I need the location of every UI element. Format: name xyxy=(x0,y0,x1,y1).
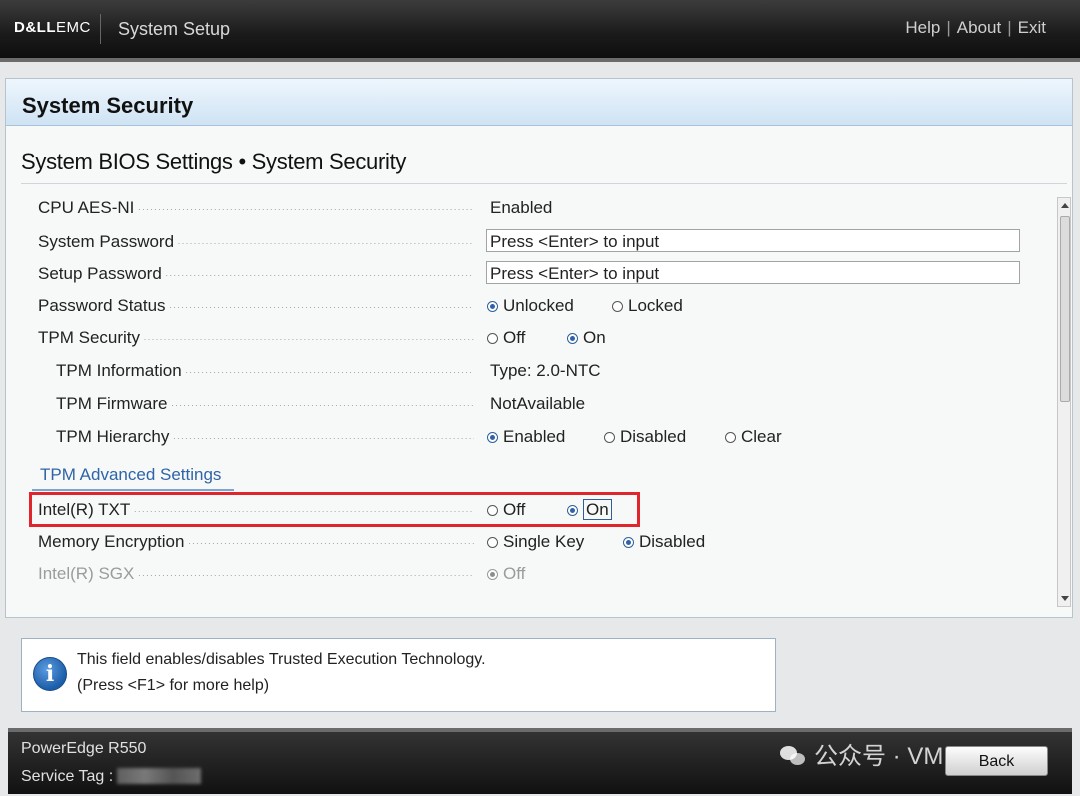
radio-selected-icon xyxy=(487,432,498,443)
setting-row-intel-sgx: Intel(R) SGX Off xyxy=(32,561,1042,587)
radio-unlocked[interactable]: Unlocked xyxy=(487,296,574,316)
help-hint: (Press <F1> for more help) xyxy=(77,677,270,694)
system-security-panel: System Security System BIOS Settings • S… xyxy=(5,78,1073,618)
setting-value: NotAvailable xyxy=(490,394,586,413)
help-message-box: i This field enables/disables Trusted Ex… xyxy=(21,638,776,712)
radio-disabled-icon xyxy=(487,569,498,580)
vertical-scrollbar[interactable] xyxy=(1057,197,1071,607)
header-links: Help | About | Exit xyxy=(905,18,1046,37)
radio-selected-icon xyxy=(623,537,634,548)
radio-tpm-off[interactable]: Off xyxy=(487,328,525,348)
setting-label: TPM Hierarchy xyxy=(56,427,474,447)
radio-mem-disabled[interactable]: Disabled xyxy=(623,532,705,552)
setting-label: Memory Encryption xyxy=(38,532,474,552)
setting-row-tpm-firmware: TPM Firmware NotAvailable xyxy=(32,391,1042,417)
radio-hierarchy-clear[interactable]: Clear xyxy=(725,427,782,447)
setting-row-system-password: System Password Press <Enter> to input xyxy=(32,229,1042,255)
section-title: System Security xyxy=(22,93,194,118)
radio-txt-on[interactable]: On xyxy=(567,499,612,520)
tpm-advanced-settings-link[interactable]: TPM Advanced Settings xyxy=(40,465,221,485)
service-tag-redacted xyxy=(117,768,202,784)
setting-label: TPM Information xyxy=(56,361,474,381)
radio-sgx-off: Off xyxy=(487,564,525,584)
radio-hierarchy-disabled[interactable]: Disabled xyxy=(604,427,686,447)
setting-row-setup-password: Setup Password Press <Enter> to input xyxy=(32,261,1042,287)
radio-unselected-icon xyxy=(725,432,736,443)
info-icon: i xyxy=(33,657,67,691)
setting-row-password-status: Password Status Unlocked Locked xyxy=(32,293,1042,319)
radio-unselected-icon xyxy=(487,333,498,344)
scroll-up-icon[interactable] xyxy=(1061,203,1069,208)
radio-locked[interactable]: Locked xyxy=(612,296,683,316)
setting-label: Setup Password xyxy=(38,264,474,284)
link-underline xyxy=(32,489,234,491)
radio-selected-icon xyxy=(567,333,578,344)
radio-unselected-icon xyxy=(612,301,623,312)
radio-unselected-icon xyxy=(604,432,615,443)
about-link[interactable]: About xyxy=(957,18,1001,37)
setting-row-tpm-hierarchy: TPM Hierarchy Enabled Disabled Clear xyxy=(32,424,1042,450)
setup-password-input[interactable]: Press <Enter> to input xyxy=(486,261,1020,284)
setting-label: TPM Security xyxy=(38,328,474,348)
setting-value: Type: 2.0-NTC xyxy=(490,361,601,380)
setting-label: Intel(R) SGX xyxy=(38,564,474,584)
watermark: 公众号 · VM xyxy=(780,736,943,771)
radio-selected-icon xyxy=(567,505,578,516)
radio-selected-icon xyxy=(487,301,498,312)
system-model: PowerEdge R550 xyxy=(21,740,147,757)
subtitle-divider xyxy=(21,183,1067,184)
app-title: System Setup xyxy=(118,19,231,39)
setting-value: Enabled xyxy=(490,198,553,217)
setting-label: CPU AES-NI xyxy=(38,198,474,218)
radio-txt-off[interactable]: Off xyxy=(487,500,525,520)
radio-tpm-on[interactable]: On xyxy=(567,328,606,348)
exit-link[interactable]: Exit xyxy=(1018,18,1046,37)
setting-label: System Password xyxy=(38,232,474,252)
setting-row-tpm-security: TPM Security Off On xyxy=(32,325,1042,351)
system-password-input[interactable]: Press <Enter> to input xyxy=(486,229,1020,252)
back-button[interactable]: Back xyxy=(945,746,1048,776)
setting-row-tpm-information: TPM Information Type: 2.0-NTC xyxy=(32,358,1042,384)
help-text: This field enables/disables Trusted Exec… xyxy=(77,651,486,668)
setting-label: Password Status xyxy=(38,296,474,316)
scroll-down-icon[interactable] xyxy=(1061,596,1069,601)
setting-label: TPM Firmware xyxy=(56,394,474,414)
page-subtitle: System BIOS Settings • System Security xyxy=(21,149,407,174)
scroll-thumb[interactable] xyxy=(1060,216,1070,402)
section-header: System Security xyxy=(6,79,1072,126)
service-tag: Service Tag : xyxy=(21,768,202,786)
radio-single-key[interactable]: Single Key xyxy=(487,532,584,552)
setting-row-cpu-aes-ni: CPU AES-NI Enabled xyxy=(32,195,1042,221)
radio-unselected-icon xyxy=(487,537,498,548)
wechat-icon xyxy=(780,746,806,768)
top-header-bar: D&LLEMC System Setup Help | About | Exit xyxy=(0,0,1080,62)
dell-emc-logo: D&LLEMC xyxy=(14,19,91,36)
setting-row-intel-txt: Intel(R) TXT Off On xyxy=(32,497,1042,523)
radio-unselected-icon xyxy=(487,505,498,516)
help-link[interactable]: Help xyxy=(905,18,940,37)
header-divider xyxy=(100,14,101,44)
setting-row-memory-encryption: Memory Encryption Single Key Disabled xyxy=(32,529,1042,555)
setting-label: Intel(R) TXT xyxy=(38,500,474,520)
radio-hierarchy-enabled[interactable]: Enabled xyxy=(487,427,565,447)
